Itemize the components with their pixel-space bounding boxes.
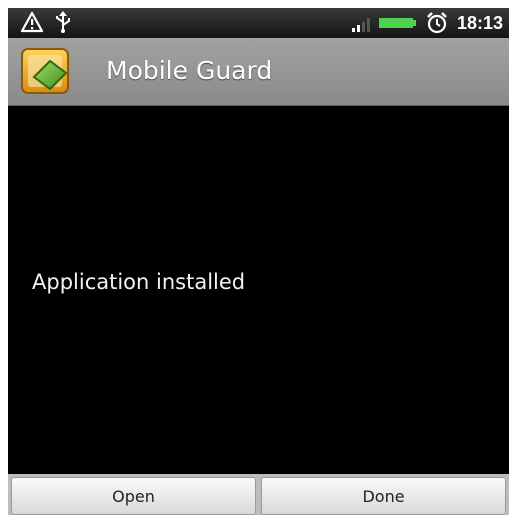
button-bar: Open Done — [8, 474, 509, 515]
status-clock: 18:13 — [456, 12, 503, 33]
status-bar: 18:13 — [8, 8, 509, 38]
battery-icon — [378, 16, 417, 30]
mobile-guard-app-icon — [20, 47, 72, 97]
open-button[interactable]: Open — [11, 477, 256, 515]
app-title: Mobile Guard — [106, 56, 273, 85]
title-bar: Mobile Guard — [8, 38, 509, 106]
signal-icon — [351, 13, 371, 33]
install-result-panel: Application installed — [8, 106, 509, 474]
usb-icon — [54, 10, 72, 34]
phone-screen: 18:13 Mobile Guard Application installed… — [8, 8, 509, 515]
install-status-message: Application installed — [32, 270, 246, 294]
done-button[interactable]: Done — [261, 477, 506, 515]
status-bar-left-icons — [20, 10, 72, 34]
status-bar-right-icons: 18:13 — [351, 8, 503, 38]
alarm-icon — [425, 11, 449, 35]
warning-icon — [20, 11, 44, 33]
